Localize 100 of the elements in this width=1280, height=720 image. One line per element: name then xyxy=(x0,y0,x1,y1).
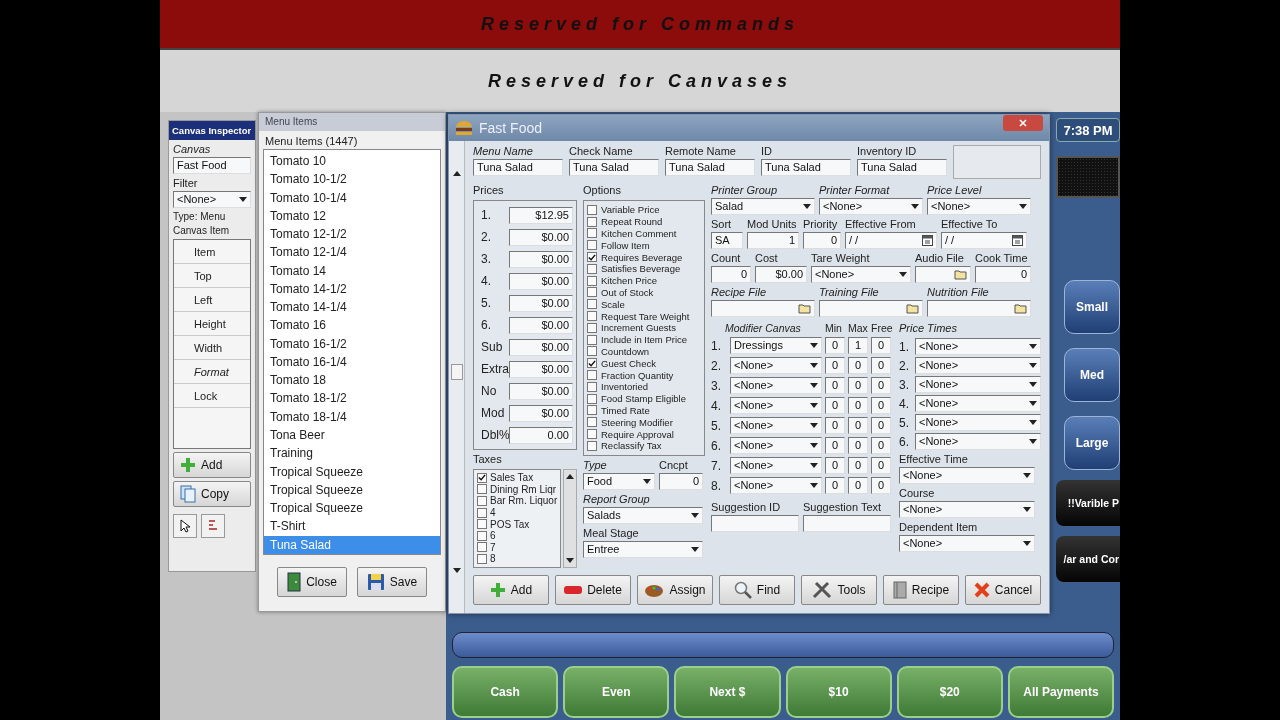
size-button[interactable]: Med xyxy=(1064,348,1120,402)
checkbox[interactable] xyxy=(587,240,597,251)
number-field[interactable]: 0 xyxy=(871,437,891,454)
number-field[interactable]: $12.95 xyxy=(509,206,573,224)
number-field[interactable]: 0 xyxy=(848,477,868,494)
dropdown[interactable]: <None> xyxy=(915,376,1041,393)
checkbox[interactable] xyxy=(587,275,597,286)
number-field[interactable]: $0.00 xyxy=(509,382,573,400)
list-item[interactable]: Tomato 18 xyxy=(264,371,440,390)
scrollbar[interactable] xyxy=(563,469,577,568)
list-item[interactable]: Tomato 12-1/4 xyxy=(264,243,440,262)
window-button[interactable]: Save xyxy=(357,567,427,597)
checkbox[interactable] xyxy=(587,216,597,227)
dropdown[interactable]: <None> xyxy=(730,357,822,374)
text-field[interactable] xyxy=(711,515,799,532)
number-field[interactable]: $0.00 xyxy=(509,316,573,334)
list-item[interactable]: T-Shirt xyxy=(264,517,440,536)
checkbox[interactable] xyxy=(477,484,487,495)
dropdown[interactable]: <None> xyxy=(915,338,1041,355)
number-field[interactable]: 0 xyxy=(659,472,703,490)
number-field[interactable]: 0 xyxy=(711,266,751,283)
dropdown[interactable]: <None> xyxy=(173,191,251,208)
toolbar-button[interactable]: Tools xyxy=(801,575,877,605)
toolbar-button[interactable]: Delete xyxy=(555,575,631,605)
dropdown[interactable]: <None> xyxy=(730,457,822,474)
list-item[interactable]: Tomato 14-1/4 xyxy=(264,298,440,317)
number-field[interactable]: 0 xyxy=(871,397,891,414)
number-field[interactable]: 0 xyxy=(848,397,868,414)
checkbox[interactable] xyxy=(477,472,487,483)
number-field[interactable]: 0 xyxy=(803,232,841,249)
file-field[interactable] xyxy=(927,300,1031,317)
size-button[interactable]: Small xyxy=(1064,280,1120,334)
text-field[interactable]: Tuna Salad xyxy=(665,159,755,176)
dropdown[interactable]: <None> xyxy=(730,417,822,434)
payment-button[interactable]: Cash xyxy=(452,666,559,718)
checkbox[interactable] xyxy=(587,311,597,322)
list-item[interactable]: Tropical Squeeze xyxy=(264,480,440,500)
toolbar-button[interactable]: Recipe xyxy=(883,575,959,605)
file-field[interactable] xyxy=(819,300,923,317)
number-field[interactable]: 0 xyxy=(848,357,868,374)
checkbox[interactable] xyxy=(587,370,597,381)
number-field[interactable]: 0 xyxy=(848,437,868,454)
number-field[interactable]: 0 xyxy=(975,266,1031,283)
function-button[interactable]: /ar and Cor xyxy=(1056,536,1120,582)
list-item[interactable]: Tomato 10-1/4 xyxy=(264,188,440,207)
list-item[interactable]: Tomato 18-1/2 xyxy=(264,389,440,408)
checkbox[interactable] xyxy=(587,334,597,345)
number-field[interactable]: 0 xyxy=(825,417,845,434)
dropdown[interactable]: Dressings xyxy=(730,337,822,354)
dropdown[interactable]: <None> xyxy=(730,377,822,394)
checkbox[interactable] xyxy=(477,530,487,541)
number-field[interactable]: $0.00 xyxy=(509,360,573,378)
list-item[interactable]: Tomato 12-1/2 xyxy=(264,225,440,244)
number-field[interactable]: $0.00 xyxy=(509,228,573,246)
number-field[interactable]: 0 xyxy=(848,377,868,394)
number-field[interactable]: $0.00 xyxy=(509,250,573,268)
list-item[interactable]: Tomato 16-1/2 xyxy=(264,334,440,353)
pointer-icon[interactable] xyxy=(173,514,197,538)
text-field[interactable]: SA xyxy=(711,232,743,249)
checkbox[interactable] xyxy=(587,358,597,369)
checkbox[interactable] xyxy=(587,228,597,239)
list-item[interactable]: Tomato 18-1/4 xyxy=(264,407,440,426)
number-field[interactable]: $0.00 xyxy=(509,404,573,422)
checkbox[interactable] xyxy=(587,263,597,274)
number-field[interactable]: 0 xyxy=(871,477,891,494)
checkbox[interactable] xyxy=(587,429,597,440)
list-item[interactable]: Tropical Squeeze xyxy=(264,499,440,518)
toolbar-button[interactable]: Find xyxy=(719,575,795,605)
close-button[interactable] xyxy=(1003,115,1043,131)
list-item[interactable]: Tomato 12 xyxy=(264,206,440,226)
payment-button[interactable]: All Payments xyxy=(1007,666,1115,718)
list-item[interactable]: Tomato 14 xyxy=(264,261,440,280)
number-field[interactable]: 0 xyxy=(825,437,845,454)
toolbar-button[interactable]: Assign xyxy=(637,575,713,605)
checkbox[interactable] xyxy=(477,507,487,518)
checkbox[interactable] xyxy=(587,322,597,333)
file-field[interactable] xyxy=(711,300,815,317)
number-field[interactable]: 0 xyxy=(825,457,845,474)
payment-button[interactable]: $20 xyxy=(896,666,1003,718)
text-field[interactable]: Fast Food xyxy=(173,157,251,174)
number-field[interactable]: $0.00 xyxy=(509,294,573,312)
text-field[interactable] xyxy=(803,515,891,532)
number-field[interactable]: 0 xyxy=(825,397,845,414)
dropdown[interactable]: <None> xyxy=(811,266,911,283)
number-field[interactable]: 1 xyxy=(747,232,799,249)
list-item[interactable]: Tomato 16 xyxy=(264,316,440,335)
payment-button[interactable]: Even xyxy=(563,666,670,718)
dropdown[interactable]: Salads xyxy=(583,506,703,524)
scrollbar-thumb[interactable] xyxy=(450,364,463,380)
checkbox[interactable] xyxy=(587,287,597,298)
date-field[interactable]: / / xyxy=(941,232,1027,249)
checkbox[interactable] xyxy=(477,519,487,530)
number-field[interactable]: 0 xyxy=(848,417,868,434)
sort-icon[interactable] xyxy=(201,514,225,538)
dropdown[interactable]: <None> xyxy=(899,501,1035,518)
dropdown[interactable]: <None> xyxy=(730,397,822,414)
number-field[interactable]: 0 xyxy=(871,417,891,434)
checkbox[interactable] xyxy=(587,440,597,451)
number-field[interactable]: 1 xyxy=(848,337,868,354)
toolbar-button[interactable]: Add xyxy=(173,452,251,478)
